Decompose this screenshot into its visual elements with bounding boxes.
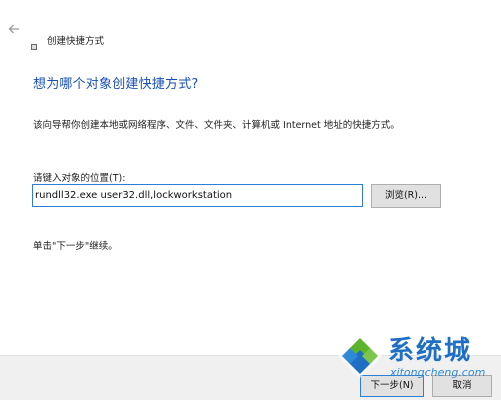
watermark-url: xitongcheng.com xyxy=(390,366,486,379)
shortcut-icon xyxy=(31,35,37,50)
watermark-text: 系统城 xyxy=(388,336,473,366)
watermark-logo-icon xyxy=(336,332,384,384)
location-label: 请键入对象的位置(T): xyxy=(33,173,126,184)
browse-button[interactable]: 浏览(R)... xyxy=(371,184,441,208)
title-bar: 创建快捷方式 xyxy=(0,0,501,50)
location-input[interactable] xyxy=(32,184,363,207)
wizard-description: 该向导帮你创建本地或网络程序、文件、文件夹、计算机或 Internet 地址的快… xyxy=(33,120,400,131)
create-shortcut-window: 创建快捷方式 想为哪个对象创建快捷方式? 该向导帮你创建本地或网络程序、文件、文… xyxy=(0,0,501,400)
back-arrow-icon[interactable] xyxy=(5,22,23,40)
continue-hint: 单击"下一步"继续。 xyxy=(33,241,118,252)
page-heading: 想为哪个对象创建快捷方式? xyxy=(33,77,199,92)
watermark: 系统城 xitongcheng.com xyxy=(336,330,501,400)
window-title: 创建快捷方式 xyxy=(47,36,105,47)
